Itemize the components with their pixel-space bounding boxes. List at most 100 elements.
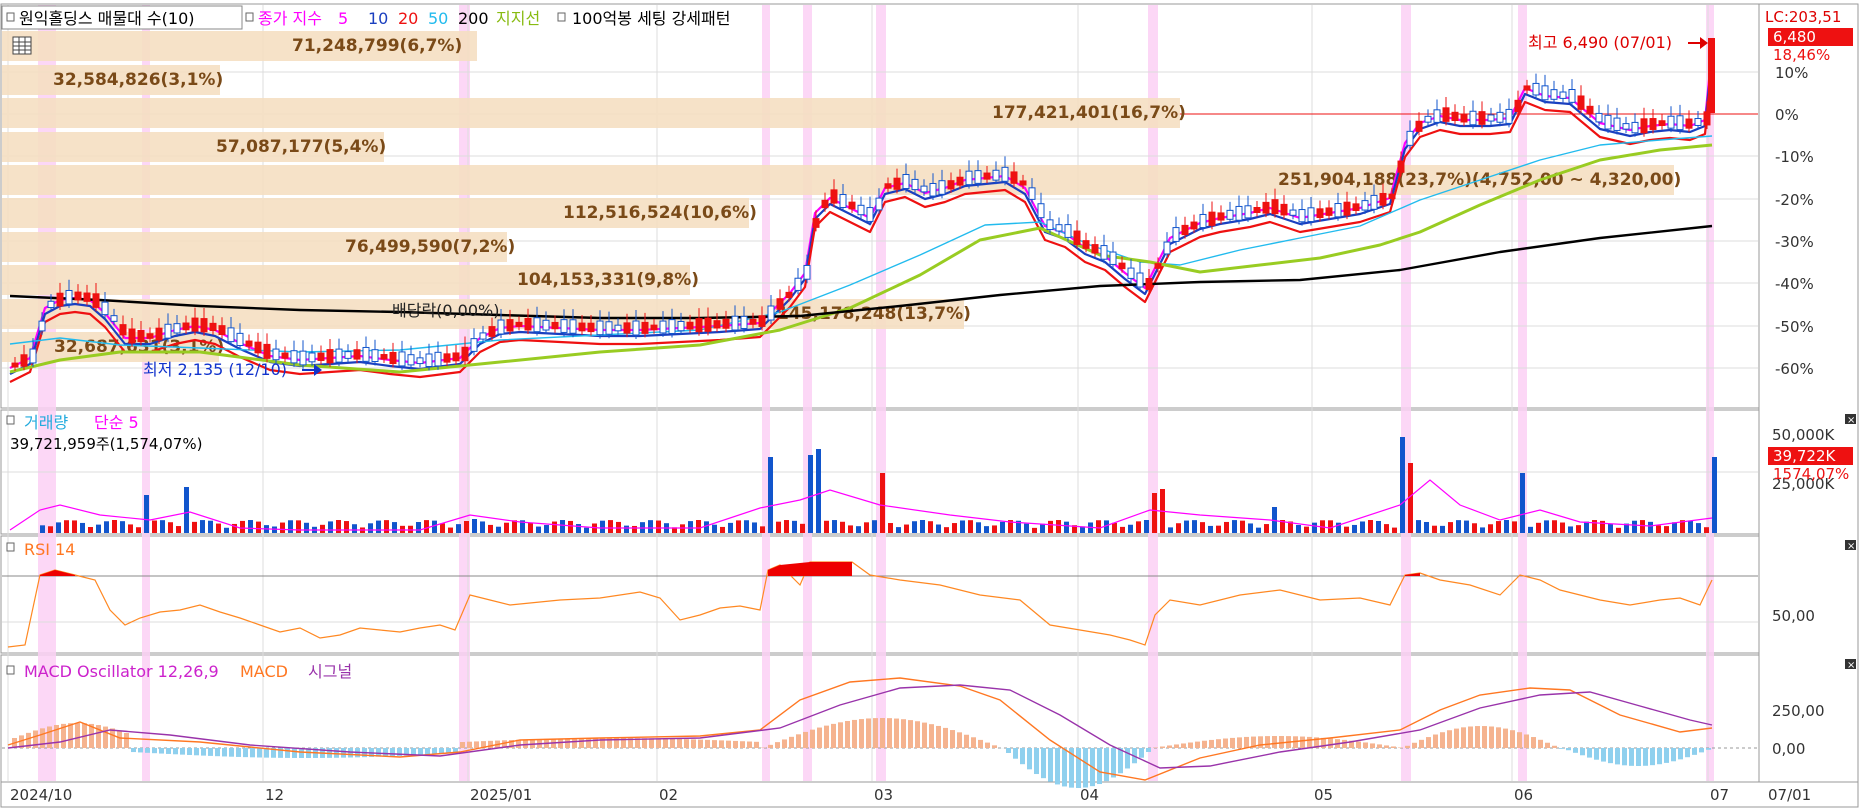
- macd-osc-bar: [824, 726, 829, 748]
- macd-osc-bar: [1342, 740, 1347, 748]
- candle-body: [39, 321, 45, 331]
- legend-ma5[interactable]: 5: [338, 9, 348, 28]
- close-icon[interactable]: ×: [1845, 540, 1856, 552]
- candle-body: [903, 175, 909, 189]
- macd-osc-bar: [831, 724, 836, 748]
- volume-bar: [440, 523, 445, 533]
- macd-osc-bar: [145, 748, 150, 753]
- volume-bar: [200, 520, 205, 533]
- volume-ma[interactable]: 단순 5: [94, 413, 139, 432]
- macd-osc-bar: [1265, 736, 1270, 748]
- volume-bar: [712, 525, 717, 533]
- pct-tick-label: -40%: [1775, 275, 1814, 293]
- macd-title[interactable]: MACD Oscillator 12,26,9: [24, 662, 219, 681]
- volume-bar: [944, 527, 949, 533]
- candle-body: [1002, 167, 1008, 181]
- macd-osc-bar: [1440, 732, 1445, 748]
- legend-support[interactable]: 지지선: [496, 9, 540, 28]
- macd-osc-bar: [1524, 734, 1529, 748]
- volume-bar: [384, 520, 389, 533]
- candle-body: [822, 200, 828, 207]
- candle-body: [777, 299, 783, 310]
- volume-bar: [1472, 523, 1477, 533]
- macd-osc-bar: [789, 737, 794, 748]
- candle-body: [678, 321, 684, 330]
- close-icon[interactable]: ×: [1845, 659, 1856, 671]
- legend-ma-label[interactable]: 종가 지수: [258, 9, 322, 28]
- candle-body: [174, 324, 180, 333]
- macd-osc-bar: [201, 748, 206, 756]
- legend-pattern[interactable]: 100억봉 세팅 강세패턴: [572, 9, 730, 28]
- pct-tick-label: -20%: [1775, 191, 1814, 209]
- volume-bar: [800, 524, 805, 533]
- volume-bar: [1384, 524, 1389, 533]
- signal-highlight-band: [1518, 5, 1527, 781]
- volume-bar: [744, 520, 749, 533]
- y-axis-area: [1759, 4, 1858, 782]
- candle-body: [1236, 206, 1242, 220]
- current-volume: 39,722K: [1773, 447, 1836, 465]
- legend-ma20[interactable]: 20: [398, 9, 418, 28]
- volume-bar: [1264, 524, 1269, 533]
- volume-bar: [1704, 527, 1709, 533]
- macd-osc-bar: [677, 739, 682, 748]
- candle-body: [336, 349, 342, 362]
- volume-bar: [280, 523, 285, 533]
- volume-bar: [688, 521, 693, 533]
- volume-bar: [208, 521, 213, 533]
- candle-body: [318, 353, 324, 360]
- candle-body: [795, 278, 801, 290]
- volume-bar: [80, 523, 85, 533]
- candle-body: [1083, 241, 1089, 249]
- chart-canvas[interactable]: 71,248,799(6,7%)32,584,826(3,1%)177,421,…: [0, 0, 1859, 808]
- volume-bar: [872, 520, 877, 533]
- candle-body: [1389, 194, 1395, 198]
- volume-bar: [112, 520, 117, 533]
- volume-bar: [328, 521, 333, 533]
- macd-osc-bar: [1496, 727, 1501, 748]
- volume-bar: [1136, 521, 1141, 533]
- legend-ma10[interactable]: 10: [368, 9, 388, 28]
- candle-body: [1497, 112, 1503, 122]
- volume-bar: [48, 526, 53, 533]
- candle-body: [1200, 214, 1206, 227]
- volume-bar: [1520, 473, 1525, 533]
- macd-osc-bar: [1209, 740, 1214, 748]
- legend-title[interactable]: 원익홀딩스 매물대 수(10): [19, 9, 195, 28]
- macd-osc-bar: [110, 728, 115, 748]
- candle-body: [705, 318, 711, 331]
- legend-ma50[interactable]: 50: [428, 9, 448, 28]
- volume-title[interactable]: 거래량: [24, 413, 68, 432]
- candle-body: [1164, 242, 1170, 254]
- rsi-title[interactable]: RSI 14: [24, 540, 75, 559]
- macd-osc-bar: [523, 740, 528, 748]
- macd-osc-bar: [740, 741, 745, 748]
- macd-osc-bar: [817, 728, 822, 748]
- stock-chart[interactable]: 71,248,799(6,7%)32,584,826(3,1%)177,421,…: [0, 0, 1859, 808]
- candle-body: [660, 321, 666, 333]
- volume-bar: [528, 523, 533, 533]
- macd-osc-bar: [803, 732, 808, 748]
- volume-bar: [1232, 520, 1237, 533]
- x-axis-label: 2025/01: [470, 786, 532, 804]
- macd-tick-0: 0,00: [1772, 740, 1805, 758]
- volume-bar: [1592, 520, 1597, 533]
- volume-bar: [256, 522, 261, 533]
- volume-bar: [832, 520, 837, 533]
- close-icon[interactable]: ×: [1845, 414, 1856, 426]
- candle-body: [1614, 118, 1620, 130]
- macd-label[interactable]: MACD: [240, 662, 288, 681]
- candle-body: [759, 316, 765, 327]
- signal-label[interactable]: 시그널: [308, 662, 352, 681]
- table-icon[interactable]: [13, 37, 31, 54]
- macd-osc-bar: [922, 723, 927, 748]
- volume-bar: [504, 523, 509, 533]
- candle-body: [498, 320, 504, 334]
- macd-osc-bar: [1062, 748, 1067, 786]
- volume-bar: [480, 521, 485, 533]
- volume-bar: [624, 526, 629, 533]
- macd-osc-bar: [1370, 743, 1375, 748]
- macd-osc-bar: [460, 742, 465, 748]
- legend-ma200[interactable]: 200: [458, 9, 489, 28]
- pct-tick-label: -60%: [1775, 360, 1814, 378]
